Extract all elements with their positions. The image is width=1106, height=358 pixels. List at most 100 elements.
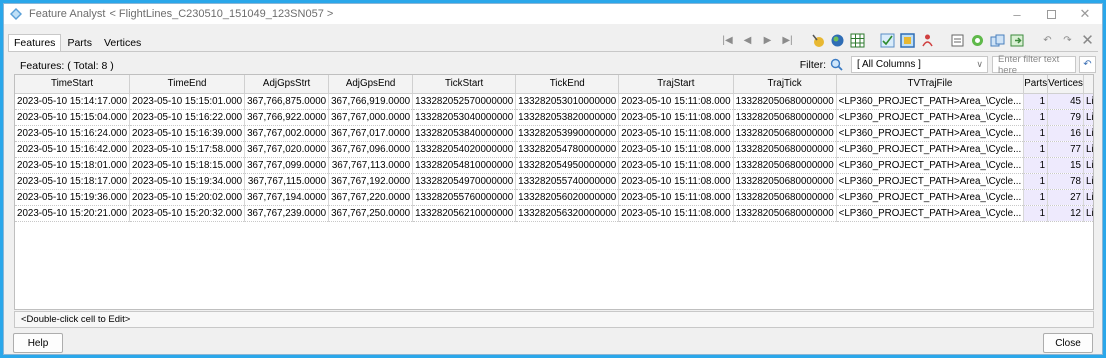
table-cell[interactable]: <LP360_PROJECT_PATH>Area_\Cycle... [836,173,1025,190]
table-row[interactable]: 2023-05-10 15:16:42.000 2023-05-10 15:17:… [15,141,1093,158]
table-cell[interactable]: 2023-05-10 15:14:17.000 [15,93,131,110]
table-cell[interactable]: 133282050680000000 [733,125,837,142]
table-cell[interactable]: 78 [1047,173,1084,190]
column-header[interactable]: TickEnd [515,75,620,94]
table-cell[interactable]: 367,767,096.0000 [328,141,414,158]
table-row[interactable]: 2023-05-10 15:19:36.000 2023-05-10 15:20:… [15,189,1093,206]
select-records-icon[interactable] [879,32,896,49]
table-cell[interactable]: 2023-05-10 15:20:21.000 [15,205,131,222]
table-cell[interactable]: <LP360_PROJECT_PATH>Area_\Cycle... [836,205,1025,222]
close-button[interactable]: Close [1043,333,1093,353]
column-header[interactable]: Vertices [1047,75,1084,94]
export-icon[interactable] [1009,32,1026,49]
table-cell[interactable]: 12 [1047,205,1084,222]
table-cell[interactable]: 1 [1023,125,1049,142]
previous-record-icon[interactable]: ◀ [739,32,756,49]
column-header[interactable]: TickStart [412,75,517,94]
help-button[interactable]: Help [13,333,63,353]
table-cell[interactable]: 1 [1023,205,1049,222]
table-cell[interactable]: 77 [1047,141,1084,158]
table-cell[interactable]: 133282050680000000 [733,157,837,174]
table-cell[interactable]: 367,767,000.0000 [328,109,414,126]
table-row[interactable]: 2023-05-10 15:20:21.000 2023-05-10 15:20:… [15,205,1093,222]
table-cell[interactable]: <LP360_PROJECT_PATH>Area_\Cycle... [836,157,1025,174]
column-header[interactable]: TimeEnd [129,75,246,94]
table-cell[interactable]: 2023-05-10 15:15:01.000 [129,93,246,110]
table-cell[interactable]: 16 [1047,125,1084,142]
table-row[interactable]: 2023-05-10 15:14:17.000 2023-05-10 15:15:… [15,93,1093,110]
table-cell[interactable]: 2023-05-10 15:16:24.000 [15,125,131,142]
minimize-button[interactable]: – [1000,4,1034,24]
table-cell[interactable]: 2023-05-10 15:11:08.000 [618,189,734,206]
table-cell[interactable]: 367,767,194.0000 [244,189,330,206]
table-cell[interactable]: 2023-05-10 15:11:08.000 [618,173,734,190]
column-header[interactable]: AdjGpsStrt [244,75,330,94]
table-cell[interactable]: Line 3-DM [1083,125,1093,142]
table-cell[interactable]: 2023-05-10 15:19:36.000 [15,189,131,206]
table-cell[interactable]: 2023-05-10 15:16:42.000 [15,141,131,158]
table-row[interactable]: 2023-05-10 15:16:24.000 2023-05-10 15:16:… [15,125,1093,142]
table-cell[interactable]: 133282055760000000 [412,189,517,206]
table-cell[interactable]: 2023-05-10 15:11:08.000 [618,141,734,158]
attribute-query-icon[interactable] [899,32,916,49]
table-cell[interactable]: 1 [1023,157,1049,174]
table-cell[interactable]: 133282050680000000 [733,109,837,126]
table-cell[interactable]: 27 [1047,189,1084,206]
table-cell[interactable]: 133282053840000000 [412,125,517,142]
column-header[interactable]: TVTrajFile [836,75,1025,94]
grid-view-icon[interactable] [849,32,866,49]
table-cell[interactable]: 2023-05-10 15:11:08.000 [618,205,734,222]
table-cell[interactable]: 133282050680000000 [733,141,837,158]
table-cell[interactable]: 133282054970000000 [412,173,517,190]
table-cell[interactable]: 2023-05-10 15:17:58.000 [129,141,246,158]
table-cell[interactable]: 15 [1047,157,1084,174]
table-cell[interactable]: <LP360_PROJECT_PATH>Area_\Cycle... [836,141,1025,158]
table-cell[interactable]: 367,767,113.0000 [328,157,414,174]
table-cell[interactable]: 2023-05-10 15:11:08.000 [618,157,734,174]
column-header[interactable]: AdjGpsEnd [328,75,414,94]
table-cell[interactable]: 2023-05-10 15:16:39.000 [129,125,246,142]
table-cell[interactable]: <LP360_PROJECT_PATH>Area_\Cycle... [836,189,1025,206]
flash-feature-icon[interactable] [809,32,826,49]
table-cell[interactable]: 1 [1023,141,1049,158]
column-header[interactable]: TrajTick [733,75,837,94]
table-cell[interactable]: <LP360_PROJECT_PATH>Area_\Cycle... [836,93,1025,110]
people-icon[interactable] [919,32,936,49]
table-cell[interactable]: 2023-05-10 15:20:32.000 [129,205,246,222]
tab-vertices[interactable]: Vertices [98,34,147,52]
table-cell[interactable]: 367,766,922.0000 [244,109,330,126]
table-cell[interactable]: 133282050680000000 [733,189,837,206]
table-cell[interactable]: 367,767,002.0000 [244,125,330,142]
table-cell[interactable]: 133282056020000000 [515,189,620,206]
table-cell[interactable]: 2023-05-10 15:16:22.000 [129,109,246,126]
table-cell[interactable]: 367,767,017.0000 [328,125,414,142]
column-header[interactable]: Parts [1023,75,1049,94]
table-cell[interactable]: 79 [1047,109,1084,126]
properties-icon[interactable] [949,32,966,49]
filter-text-input[interactable]: Enter filter text here [992,54,1076,76]
table-cell[interactable]: 367,767,115.0000 [244,173,330,190]
table-cell[interactable]: 45 [1047,93,1084,110]
column-header[interactable]: Type [1083,75,1093,94]
maximize-button[interactable] [1034,4,1068,24]
table-cell[interactable]: 133282054810000000 [412,157,517,174]
table-cell[interactable]: Line 3-DM [1083,189,1093,206]
table-cell[interactable]: 2023-05-10 15:15:04.000 [15,109,131,126]
table-cell[interactable]: Line 3-DM [1083,173,1093,190]
table-cell[interactable]: Line 3-DM [1083,93,1093,110]
search-icon[interactable] [830,58,843,71]
table-cell[interactable]: 133282050680000000 [733,173,837,190]
table-cell[interactable]: 367,767,192.0000 [328,173,414,190]
table-cell[interactable]: 1 [1023,93,1049,110]
column-header[interactable]: TrajStart [618,75,734,94]
table-cell[interactable]: 133282054780000000 [515,141,620,158]
table-cell[interactable]: Line 3-DM [1083,109,1093,126]
table-cell[interactable]: <LP360_PROJECT_PATH>Area_\Cycle... [836,125,1025,142]
table-row[interactable]: 2023-05-10 15:18:01.000 2023-05-10 15:18:… [15,157,1093,174]
table-cell[interactable]: 2023-05-10 15:18:01.000 [15,157,131,174]
close-window-button[interactable]: ✕ [1068,4,1102,24]
column-header[interactable]: TimeStart [15,75,131,94]
next-record-icon[interactable]: ▶ [759,32,776,49]
table-cell[interactable]: 133282054020000000 [412,141,517,158]
table-cell[interactable]: 2023-05-10 15:11:08.000 [618,109,734,126]
